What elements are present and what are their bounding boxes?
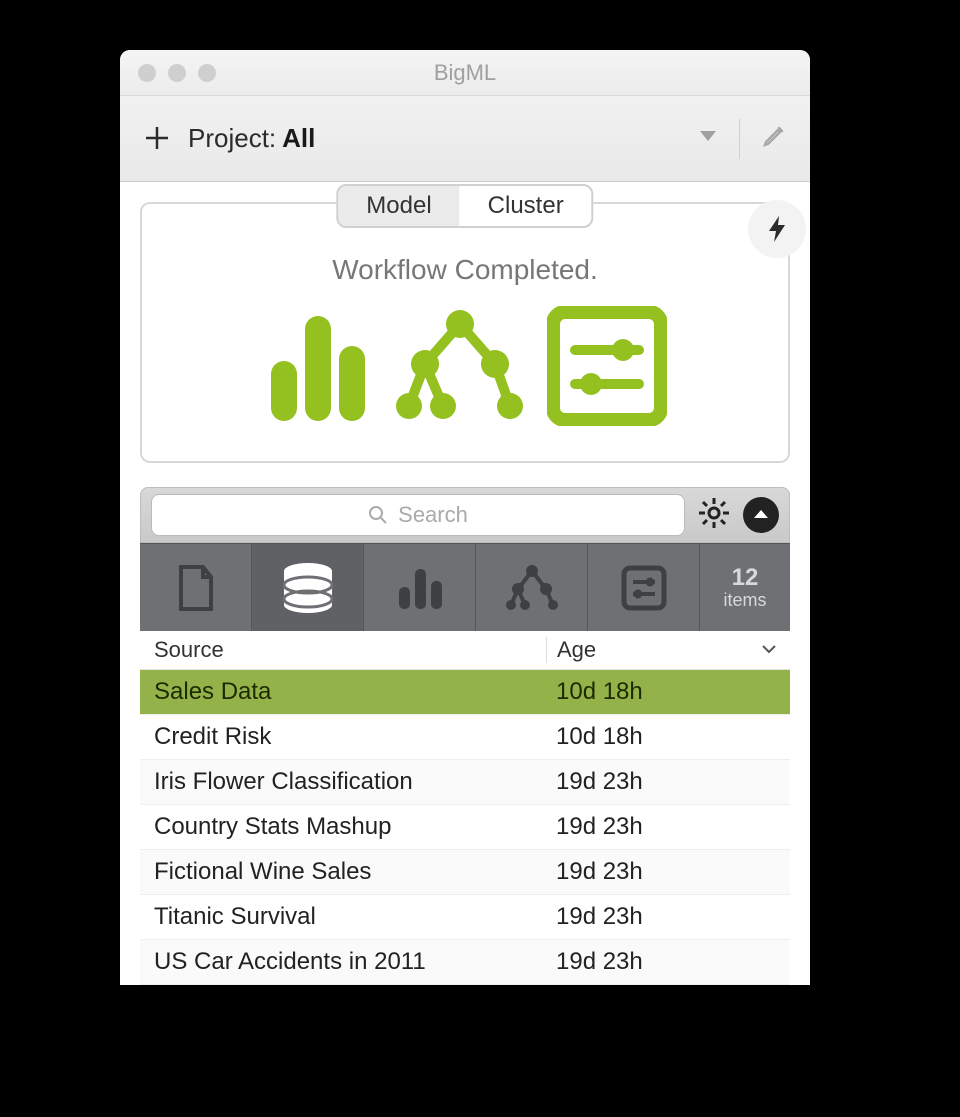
toolbar-divider (739, 119, 740, 159)
project-label: Project: (188, 123, 276, 154)
chevron-down-icon (699, 130, 717, 144)
tree-icon (504, 563, 560, 613)
project-toolbar: Project: All (120, 96, 810, 182)
window-controls (138, 64, 216, 82)
app-window: BigML Project: All Model Cluster (120, 50, 810, 985)
column-age[interactable]: Age (546, 637, 776, 663)
item-count-label: items (723, 590, 766, 611)
table-row[interactable]: Iris Flower Classification19d 23h (140, 760, 790, 805)
file-icon (175, 563, 217, 613)
collapse-button[interactable] (743, 497, 779, 533)
pencil-icon (762, 124, 786, 148)
prediction-icon (547, 306, 667, 431)
bolt-icon (765, 214, 789, 244)
search-icon (368, 505, 388, 525)
plus-icon (144, 125, 170, 151)
table-body: Sales Data10d 18hCredit Risk10d 18hIris … (140, 670, 790, 985)
cell-source: Iris Flower Classification (154, 768, 546, 796)
table-row[interactable]: Fictional Wine Sales19d 23h (140, 850, 790, 895)
gear-icon (697, 496, 731, 530)
close-window-button[interactable] (138, 64, 156, 82)
column-source[interactable]: Source (154, 637, 546, 663)
titlebar: BigML (120, 50, 810, 96)
item-count-number: 12 (732, 564, 759, 592)
project-value: All (282, 123, 315, 154)
content-area: Model Cluster Workflow Completed. (120, 182, 810, 985)
cell-age: 19d 23h (546, 858, 776, 886)
sliders-icon (620, 564, 668, 612)
cell-source: Credit Risk (154, 723, 546, 751)
tab-sources[interactable] (140, 544, 252, 631)
table-row[interactable]: Credit Risk10d 18h (140, 715, 790, 760)
search-toolbar: Search (140, 487, 790, 543)
cell-age: 19d 23h (546, 768, 776, 796)
dataset-icon (263, 306, 373, 431)
search-placeholder: Search (398, 502, 468, 528)
workflow-icons (152, 306, 778, 431)
cell-age: 10d 18h (546, 678, 776, 706)
table-row[interactable]: Titanic Survival19d 23h (140, 895, 790, 940)
workflow-status: Workflow Completed. (152, 254, 778, 286)
project-dropdown-button[interactable] (699, 128, 717, 149)
cell-age: 10d 18h (546, 723, 776, 751)
tab-clusters[interactable] (476, 544, 588, 631)
cell-age: 19d 23h (546, 903, 776, 931)
window-title: BigML (120, 60, 810, 86)
sort-indicator-icon (762, 641, 776, 659)
workflow-panel: Model Cluster Workflow Completed. (140, 202, 790, 463)
cell-source: Sales Data (154, 678, 546, 706)
search-input[interactable]: Search (151, 494, 685, 536)
chevron-up-icon (751, 505, 771, 525)
database-icon (279, 561, 337, 615)
resource-type-tabs: 12 items (140, 543, 790, 631)
tab-cluster[interactable]: Cluster (460, 186, 592, 226)
workflow-tabs: Model Cluster (336, 184, 593, 228)
table-row[interactable]: US Car Accidents in 201119d 23h (140, 940, 790, 985)
cell-source: Fictional Wine Sales (154, 858, 546, 886)
add-project-button[interactable] (144, 121, 170, 157)
settings-button[interactable] (697, 496, 731, 535)
cell-source: Titanic Survival (154, 903, 546, 931)
bars-icon (395, 563, 445, 613)
zoom-window-button[interactable] (198, 64, 216, 82)
cell-source: US Car Accidents in 2011 (154, 948, 546, 976)
quick-action-button[interactable] (748, 200, 806, 258)
tab-model[interactable]: Model (338, 186, 459, 226)
edit-project-button[interactable] (762, 124, 786, 153)
cell-age: 19d 23h (546, 813, 776, 841)
minimize-window-button[interactable] (168, 64, 186, 82)
table-row[interactable]: Sales Data10d 18h (140, 670, 790, 715)
table-header: Source Age (140, 631, 790, 670)
table-row[interactable]: Country Stats Mashup19d 23h (140, 805, 790, 850)
cell-age: 19d 23h (546, 948, 776, 976)
tab-predictions[interactable] (588, 544, 700, 631)
tab-datasets[interactable] (252, 544, 364, 631)
cell-source: Country Stats Mashup (154, 813, 546, 841)
model-tree-icon (395, 306, 525, 431)
item-count: 12 items (700, 544, 790, 631)
tab-models[interactable] (364, 544, 476, 631)
